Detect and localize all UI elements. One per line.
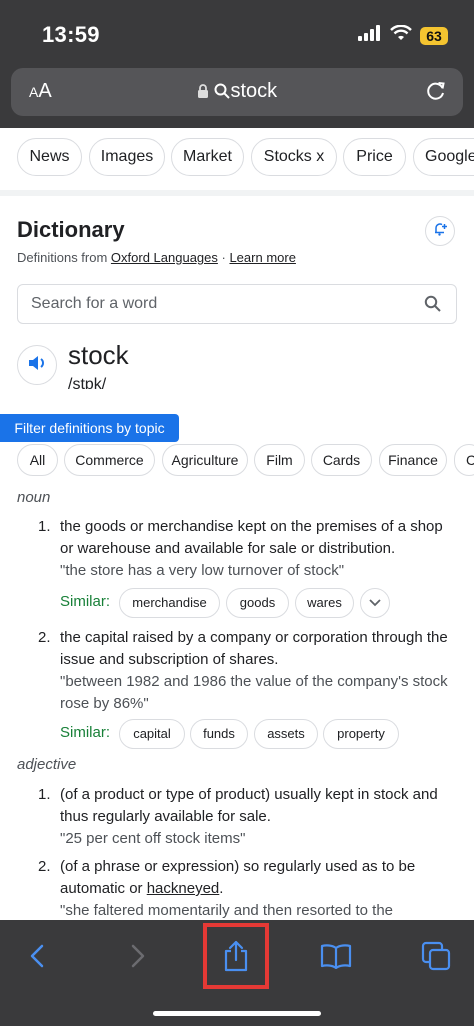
tabs-button[interactable]: [416, 938, 456, 978]
definition-example: "between 1982 and 1986 the value of the …: [60, 673, 448, 712]
definition-example: "25 per cent off stock items": [60, 830, 246, 847]
speaker-icon: [27, 354, 47, 377]
source-separator: ·: [217, 250, 230, 265]
search-chips: News Images Market Stocks x Price Google: [0, 128, 474, 196]
address-bar[interactable]: AA stock: [11, 68, 463, 116]
tabs-icon: [421, 941, 451, 976]
lock-icon: [197, 80, 209, 102]
status-icons: 63: [358, 24, 448, 46]
definition-example: "she faltered momentarily and then resor…: [60, 902, 394, 919]
url-text: stock: [230, 80, 278, 102]
topic-more[interactable]: C: [454, 444, 474, 476]
chip-news[interactable]: News: [17, 138, 82, 176]
chip-market[interactable]: Market: [171, 138, 244, 176]
similar-wares[interactable]: wares: [295, 588, 354, 618]
url-display[interactable]: stock: [11, 80, 463, 103]
source-prefix: Definitions from: [17, 250, 111, 265]
dictionary-source: Definitions from Oxford Languages · Lear…: [17, 250, 296, 265]
definition-noun-2: the capital raised by a company or corpo…: [60, 627, 460, 715]
wifi-icon: [390, 24, 412, 46]
signal-icon: [358, 25, 382, 46]
topic-finance[interactable]: Finance: [379, 444, 447, 476]
book-icon: [320, 943, 352, 974]
filter-tooltip: Filter definitions by topic: [0, 414, 179, 442]
definition-noun-1: the goods or merchandise kept on the pre…: [60, 516, 460, 582]
topic-commerce[interactable]: Commerce: [64, 444, 155, 476]
definition-text-end: .: [219, 880, 224, 897]
chip-google[interactable]: Google: [413, 138, 474, 176]
definition-adjective-1: (of a product or type of product) usuall…: [60, 784, 460, 850]
notification-add-button[interactable]: [425, 216, 455, 246]
similar-label: Similar:: [60, 593, 111, 610]
similar-goods[interactable]: goods: [226, 588, 289, 618]
topic-all[interactable]: All: [17, 444, 58, 476]
chip-stocks[interactable]: Stocks x: [251, 138, 337, 176]
bookmarks-button[interactable]: [316, 938, 356, 978]
search-icon[interactable]: [424, 295, 442, 318]
search-glyph-icon: [214, 80, 231, 102]
bell-plus-icon: [432, 221, 448, 242]
similar-property[interactable]: property: [323, 719, 399, 749]
chevron-down-icon: [369, 594, 381, 612]
headword: stock: [68, 340, 129, 370]
definition-text: the capital raised by a company or corpo…: [60, 629, 448, 668]
status-bar: 13:59 63: [0, 0, 474, 60]
status-time: 13:59: [42, 22, 100, 47]
back-button[interactable]: [17, 938, 57, 978]
show-more-similar-button[interactable]: [360, 588, 390, 618]
oxford-languages-link[interactable]: Oxford Languages: [111, 250, 218, 265]
address-bar-area: AA stock: [0, 60, 474, 128]
topic-film[interactable]: Film: [254, 444, 305, 476]
learn-more-link[interactable]: Learn more: [229, 250, 295, 265]
definition-number: 1.: [38, 786, 51, 803]
definition-number: 2.: [38, 629, 51, 646]
chip-images[interactable]: Images: [89, 138, 165, 176]
topic-agriculture[interactable]: Agriculture: [162, 444, 248, 476]
similar-merchandise[interactable]: merchandise: [119, 588, 220, 618]
definition-number: 1.: [38, 518, 51, 535]
part-of-speech-noun: noun: [17, 489, 51, 506]
similar-funds[interactable]: funds: [190, 719, 248, 749]
hackneyed-link[interactable]: hackneyed: [147, 880, 220, 897]
reload-icon[interactable]: [425, 80, 447, 107]
similar-label: Similar:: [60, 724, 111, 741]
chevron-right-icon: [131, 944, 145, 973]
pronunciation-button[interactable]: [17, 345, 57, 385]
definition-adjective-2: (of a phrase or expression) so regularly…: [60, 856, 460, 922]
chip-price[interactable]: Price: [343, 138, 406, 176]
definition-example: "the store has a very low turnover of st…: [60, 562, 345, 579]
chevron-left-icon: [30, 944, 44, 973]
definition-number: 2.: [38, 858, 51, 875]
definition-text: (of a phrase or expression) so regularly…: [60, 856, 460, 900]
dictionary-title: Dictionary: [17, 217, 125, 242]
topic-cards[interactable]: Cards: [311, 444, 372, 476]
forward-button[interactable]: [118, 938, 158, 978]
phonetic: /stɒk/: [68, 376, 107, 393]
word-search-placeholder: Search for a word: [31, 295, 158, 312]
definition-text: the goods or merchandise kept on the pre…: [60, 518, 443, 557]
word-search-input[interactable]: Search for a word: [17, 284, 457, 324]
battery-icon: 63: [420, 26, 448, 45]
definition-text: (of a product or type of product) usuall…: [60, 786, 438, 825]
share-highlight-box: [203, 923, 269, 989]
similar-assets[interactable]: assets: [254, 719, 318, 749]
similar-capital[interactable]: capital: [119, 719, 185, 749]
definition-text-part: (of a phrase or expression) so regularly…: [60, 858, 416, 897]
part-of-speech-adjective: adjective: [17, 756, 77, 773]
home-indicator[interactable]: [153, 1011, 321, 1016]
